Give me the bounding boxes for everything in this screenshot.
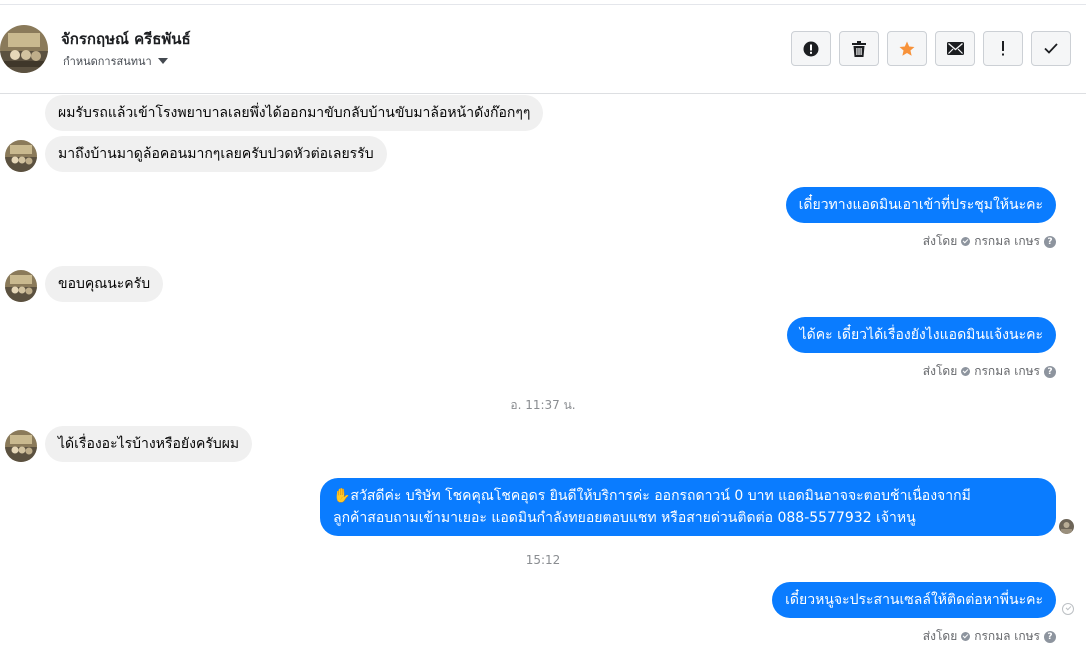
delivered-check-icon <box>1062 603 1074 615</box>
verified-icon <box>961 237 971 246</box>
contact-avatar-small <box>5 270 37 302</box>
help-icon[interactable]: ? <box>1044 630 1056 643</box>
star-icon <box>899 41 915 56</box>
help-icon[interactable]: ? <box>1044 235 1056 248</box>
outgoing-message[interactable]: เดี๋ยวหนูจะประสานเซลล์ให้ติดต่อหาพี่นะคะ <box>772 582 1056 618</box>
assign-label: กำหนดการสนทนา <box>63 55 152 68</box>
envelope-icon <box>946 42 964 55</box>
message-line: ลูกค้าสอบถามเข้ามาเยอะ แอดมินกำลังทยอยตอ… <box>333 510 916 526</box>
sent-by-label: ส่งโดย <box>922 234 958 248</box>
alert-circle-icon <box>803 41 819 56</box>
incoming-message[interactable]: มาถึงบ้านมาดูล้อคอนมากๆเลยครับปวดหัวต่อเ… <box>45 136 387 172</box>
sent-by-label: ส่งโดย <box>922 364 958 378</box>
contact-avatar-small <box>5 140 37 172</box>
exclamation-icon <box>1002 41 1004 56</box>
sent-by-info: ส่งโดย กรกมล เกษร ? <box>923 362 1056 381</box>
incoming-message[interactable]: ขอบคุณนะครับ <box>45 266 164 302</box>
message-line: ✋สวัสดีค่ะ บริษัท โชคคุณโชคอุดร ยินดีให้… <box>333 488 971 504</box>
conversation-header: จักรกฤษณ์ ครีธพันธ์ กำหนดการสนทนา <box>0 5 1086 94</box>
incoming-message[interactable]: ได้เรื่องอะไรบ้างหรือยังครับผม <box>45 426 253 462</box>
assign-conversation-dropdown[interactable]: กำหนดการสนทนา <box>63 52 168 70</box>
important-button[interactable] <box>983 31 1023 66</box>
sent-by-label: ส่งโดย <box>922 629 958 643</box>
mark-unread-button[interactable] <box>935 31 975 66</box>
sent-by-info: ส่งโดย กรกมล เกษร ? <box>923 232 1056 251</box>
caret-down-icon <box>157 58 168 64</box>
delete-button[interactable] <box>839 31 879 66</box>
outgoing-message[interactable]: ✋สวัสดีค่ะ บริษัท โชคคุณโชคอุดร ยินดีให้… <box>320 478 1056 536</box>
contact-avatar-small <box>5 430 37 462</box>
incoming-message[interactable]: ผมรับรถแล้วเข้าโรงพยาบาลเลยพึ่งได้ออกมาข… <box>45 95 544 131</box>
timestamp: 15:12 <box>525 553 561 567</box>
check-icon <box>1044 43 1058 54</box>
sender-name[interactable]: กรกมล เกษร <box>974 232 1040 251</box>
help-icon[interactable]: ? <box>1044 365 1056 378</box>
seen-avatar <box>1059 519 1074 534</box>
contact-avatar[interactable] <box>0 25 48 73</box>
done-button[interactable] <box>1031 31 1071 66</box>
outgoing-message[interactable]: ได้คะ เดี๋ยวได้เรื่องยังไงแอดมินแจ้งนะคะ <box>786 317 1056 353</box>
report-button[interactable] <box>791 31 831 66</box>
contact-name[interactable]: จักรกฤษณ์ ครีธพันธ์ <box>61 27 191 51</box>
sender-name[interactable]: กรกมล เกษร <box>974 627 1040 646</box>
timestamp: อ. 11:37 น. <box>510 398 576 412</box>
sent-by-info: ส่งโดย กรกมล เกษร ? <box>923 627 1056 646</box>
sender-name[interactable]: กรกมล เกษร <box>974 362 1040 381</box>
action-toolbar <box>791 31 1071 66</box>
star-button[interactable] <box>887 31 927 66</box>
verified-icon <box>961 367 971 376</box>
verified-icon <box>961 632 971 641</box>
outgoing-message[interactable]: เดี๋ยวทางแอดมินเอาเข้าที่ประชุมให้นะคะ <box>785 187 1056 223</box>
trash-icon <box>852 40 866 57</box>
